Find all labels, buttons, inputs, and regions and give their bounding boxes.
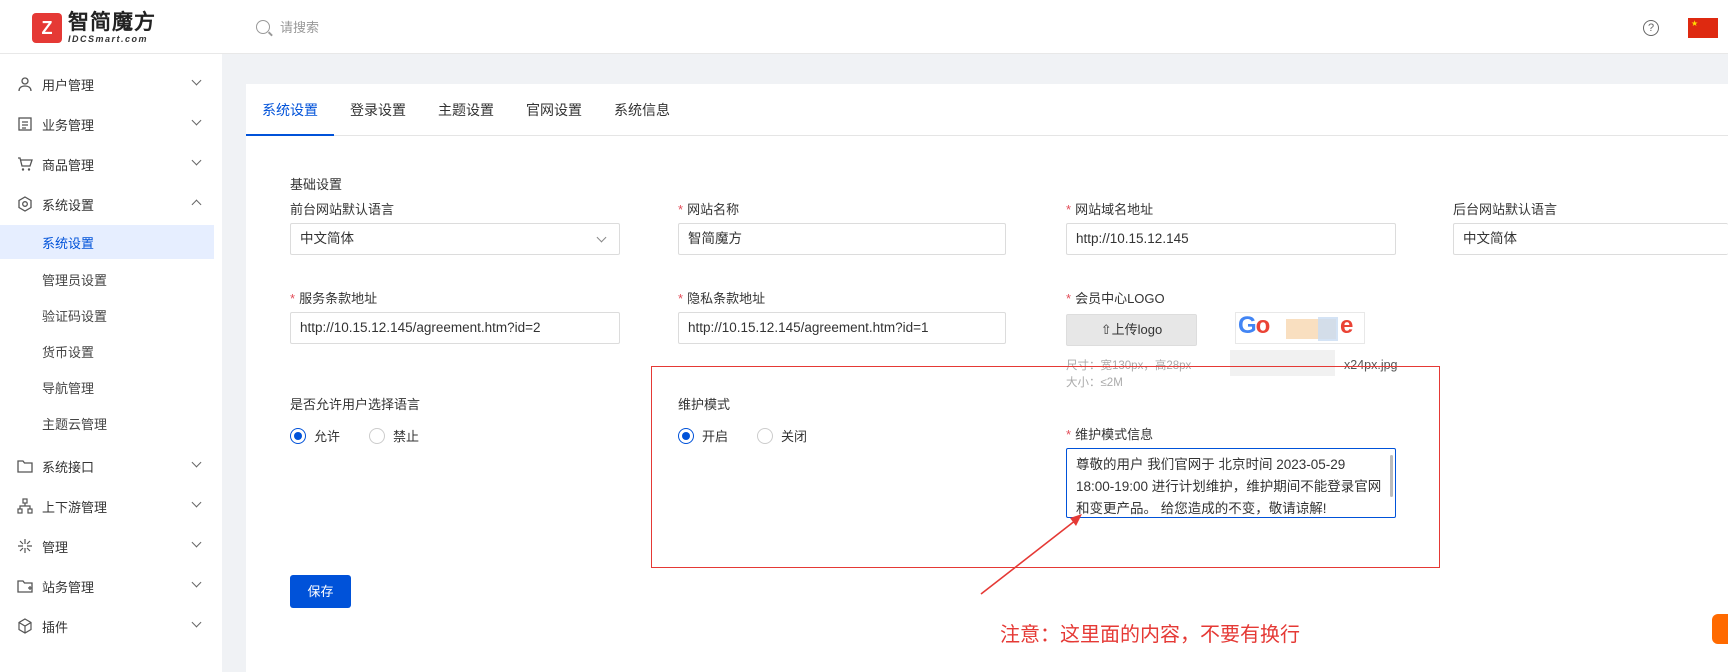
search-box[interactable]: 请搜索: [256, 17, 319, 36]
chevron-down-icon: [596, 232, 607, 243]
brand-logo[interactable]: Z 智简魔方 IDCSmart.com: [32, 12, 156, 44]
sidebar-item-upstream[interactable]: 上下游管理: [0, 486, 214, 526]
admin-lang-select[interactable]: 中文简体: [1453, 223, 1728, 255]
sidebar-item-site-affairs[interactable]: 站务管理: [0, 566, 214, 606]
sidebar-subitem-currency-settings[interactable]: 货币设置: [0, 334, 214, 368]
settings-icon: [16, 195, 34, 213]
tree-icon: [16, 497, 34, 515]
member-logo-label: * 会员中心LOGO: [1066, 291, 1165, 306]
sidebar-subitem-admin-settings[interactable]: 管理员设置: [0, 262, 214, 296]
annotation-note: 注意：这里面的内容，不要有换行: [1000, 624, 1300, 646]
question-circle-icon[interactable]: ?: [1643, 20, 1659, 36]
google-logo-icon: Go: [1238, 312, 1270, 339]
sidebar-item-label: 管理: [42, 539, 69, 555]
cube-icon: [16, 617, 34, 635]
radio-checked-icon: [290, 427, 306, 444]
site-name-label: * 网站名称: [678, 202, 740, 217]
sidebar-item-users[interactable]: 用户管理: [0, 64, 214, 104]
annotation-highlight-box: [651, 366, 1440, 568]
floating-widget-icon[interactable]: [1712, 614, 1728, 644]
chevron-down-icon: [191, 457, 202, 468]
sidebar-item-label: 上下游管理: [42, 499, 108, 515]
sidebar-item-business[interactable]: 业务管理: [0, 104, 214, 144]
sidebar-item-system-settings[interactable]: 系统设置: [0, 184, 214, 224]
privacy-input[interactable]: http://10.15.12.145/agreement.htm?id=1: [678, 312, 1006, 344]
tab-website-settings[interactable]: 官网设置: [510, 84, 598, 136]
user-icon: [16, 75, 34, 93]
sidebar-subitem-captcha-settings[interactable]: 验证码设置: [0, 298, 214, 332]
lang-deny-radio[interactable]: 禁止: [369, 426, 419, 445]
tab-bar: 系统设置 登录设置 主题设置 官网设置 系统信息: [246, 84, 1728, 136]
chevron-up-icon: [191, 199, 202, 210]
tab-login-settings[interactable]: 登录设置: [334, 84, 422, 136]
sidebar: 用户管理 业务管理 商品管理 系统设置 系统设置 管理员设置 验证码设置 货币设…: [0, 54, 222, 672]
tab-system-settings[interactable]: 系统设置: [246, 84, 334, 136]
front-lang-value: 中文简体: [300, 231, 354, 246]
front-lang-select[interactable]: 中文简体: [290, 223, 620, 255]
site-name-input[interactable]: 智简魔方: [678, 223, 1006, 255]
sidebar-item-label: 商品管理: [42, 157, 95, 173]
logo-mark-icon: Z: [32, 13, 62, 43]
sidebar-subitem-theme-cloud[interactable]: 主题云管理: [0, 406, 214, 440]
chevron-down-icon: [191, 617, 202, 628]
logo-subtitle: IDCSmart.com: [68, 34, 149, 44]
front-lang-label: 前台网站默认语言: [290, 202, 395, 217]
lang-allow-radio[interactable]: 允许: [290, 426, 340, 445]
sidebar-subitem-navigation[interactable]: 导航管理: [0, 370, 214, 404]
china-flag-icon[interactable]: ★: [1688, 18, 1718, 38]
chevron-down-icon: [191, 115, 202, 126]
sidebar-subitem-system-settings[interactable]: 系统设置: [0, 225, 214, 259]
sidebar-item-label: 系统接口: [42, 459, 95, 475]
sidebar-item-system-api[interactable]: 系统接口: [0, 446, 214, 486]
document-icon: [16, 115, 34, 133]
sidebar-item-management[interactable]: 管理: [0, 526, 214, 566]
upload-logo-button[interactable]: ⇧上传logo: [1066, 314, 1197, 346]
sidebar-item-label: 插件: [42, 619, 69, 635]
domain-label: * 网站域名地址: [1066, 202, 1154, 217]
spark-icon: [16, 537, 34, 555]
logo-title: 智简魔方: [68, 11, 156, 34]
privacy-label: * 隐私条款地址: [678, 291, 766, 306]
search-input[interactable]: 请搜索: [280, 17, 319, 36]
chevron-down-icon: [191, 155, 202, 166]
folder-icon: [16, 457, 34, 475]
cart-icon: [16, 155, 34, 173]
section-title: 基础设置: [290, 177, 343, 192]
chevron-down-icon: [191, 75, 202, 86]
logo-preview-image: Go e: [1235, 312, 1365, 344]
sidebar-item-label: 系统设置: [42, 197, 95, 213]
google-logo-tail-icon: e: [1340, 312, 1353, 339]
sidebar-item-label: 用户管理: [42, 77, 95, 93]
terms-input[interactable]: http://10.15.12.145/agreement.htm?id=2: [290, 312, 620, 344]
domain-input[interactable]: http://10.15.12.145: [1066, 223, 1396, 255]
chevron-down-icon: [191, 537, 202, 548]
admin-lang-label: 后台网站默认语言: [1453, 202, 1558, 217]
lang-select-label: 是否允许用户选择语言: [290, 397, 421, 412]
sidebar-item-products[interactable]: 商品管理: [0, 144, 214, 184]
top-header: Z 智简魔方 IDCSmart.com 请搜索 ? ★: [0, 0, 1728, 54]
tab-theme-settings[interactable]: 主题设置: [422, 84, 510, 136]
sidebar-item-plugins[interactable]: 插件: [0, 606, 214, 646]
tab-system-info[interactable]: 系统信息: [598, 84, 686, 136]
chevron-down-icon: [191, 497, 202, 508]
search-icon: [256, 19, 270, 34]
radio-unchecked-icon: [369, 427, 385, 444]
sidebar-item-label: 业务管理: [42, 117, 95, 133]
chevron-down-icon: [191, 577, 202, 588]
folder-plus-icon: [16, 577, 34, 595]
sidebar-item-label: 站务管理: [42, 579, 95, 595]
save-button[interactable]: 保存: [290, 575, 351, 608]
terms-label: * 服务条款地址: [290, 291, 378, 306]
